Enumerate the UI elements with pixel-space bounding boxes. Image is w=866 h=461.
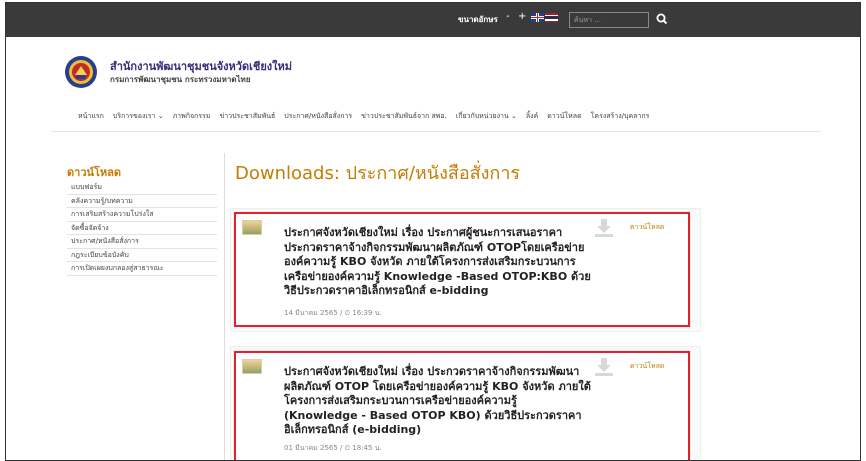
nav-structure[interactable]: โครงสร้าง/บุคลากร [591,111,650,122]
nav-activities[interactable]: ภาพกิจกรรม [173,111,211,122]
nav-links[interactable]: ลิ้งค์ [526,111,538,122]
sidebar-item-budget-disclosure[interactable]: การเปิดเผยงบกลองสู่สาธารณะ [67,262,217,276]
nav-about[interactable]: เกี่ยวกับหน่วยงาน ⌄ [456,111,517,122]
sidebar-item-knowledge[interactable]: คลังความรู้/บทความ [67,195,217,208]
nav-downloads[interactable]: ดาวน์โหลด [547,111,581,122]
top-bar: ขนาดอักษร - + [6,3,860,37]
sidebar-item-regulations[interactable]: กฎระเบียบข้อบังคับ [67,249,217,262]
download-item: ประกาศจังหวัดเชียงใหม่ เรื่อง ประกวดราคา… [234,351,690,460]
document-thumbnail [242,359,262,374]
main-nav: หน้าแรก บริการของเรา ⌄ ภาพกิจกรรม ข่าวปร… [78,111,658,122]
page-title: Downloads: ประกาศ/หนังสือสั่งการ [235,163,521,184]
download-date: 01 มีนาคม 2565 / ⏲ 18:45 น. [284,444,382,452]
nav-news[interactable]: ข่าวประชาสัมพันธ์ [219,111,275,122]
nav-divider [51,131,821,132]
sidebar-list: แบบฟอร์ม คลังความรู้/บทความ การเสริมสร้า… [67,181,217,276]
download-date: 14 มีนาคม 2565 / ⏲ 16:39 น. [284,309,382,317]
download-icon[interactable] [593,356,615,378]
font-size-label: ขนาดอักษร [458,15,498,24]
nav-home[interactable]: หน้าแรก [78,111,104,122]
download-title[interactable]: ประกาศจังหวัดเชียงใหม่ เรื่อง ประกวดราคา… [284,365,594,438]
search-input[interactable] [569,12,649,28]
sidebar-item-procurement[interactable]: จัดซื้อจัดจ้าง [67,222,217,235]
download-item: ประกาศจังหวัดเชียงใหม่ เรื่อง ประกาศผู้ช… [234,212,690,327]
english-flag-icon[interactable] [531,13,544,22]
browser-page: ขนาดอักษร - + สำนักงานพัฒนาชุมชนจังหวัดเ… [5,2,861,461]
document-thumbnail [242,220,262,235]
nav-district-news[interactable]: ข่าวประชาสัมพันธ์จาก สพอ. [361,111,447,122]
column-divider [224,153,225,460]
download-icon[interactable] [593,217,615,239]
download-title[interactable]: ประกาศจังหวัดเชียงใหม่ เรื่อง ประกาศผู้ช… [284,226,594,299]
font-decrease-button[interactable]: - [506,11,510,22]
sidebar-item-announcements[interactable]: ประกาศ/หนังสือสั่งการ [67,235,217,249]
sidebar-title: ดาวน์โหลด [67,166,122,179]
search-icon[interactable] [655,12,669,26]
font-increase-button[interactable]: + [518,11,526,22]
nav-announcements[interactable]: ประกาศ/หนังสือสั่งการ [284,111,352,122]
site-logo[interactable] [64,55,98,89]
nav-services[interactable]: บริการของเรา ⌄ [113,111,164,122]
download-link[interactable]: ดาวน์โหลด [630,361,664,372]
sidebar-item-transparency[interactable]: การเสริมสร้างความโปร่งใส [67,208,217,222]
download-link[interactable]: ดาวน์โหลด [630,222,664,233]
sidebar-item-forms[interactable]: แบบฟอร์ม [67,181,217,195]
site-subtitle: กรมการพัฒนาชุมชน กระทรวงมหาดไทย [110,75,251,84]
thai-flag-icon[interactable] [545,13,558,22]
